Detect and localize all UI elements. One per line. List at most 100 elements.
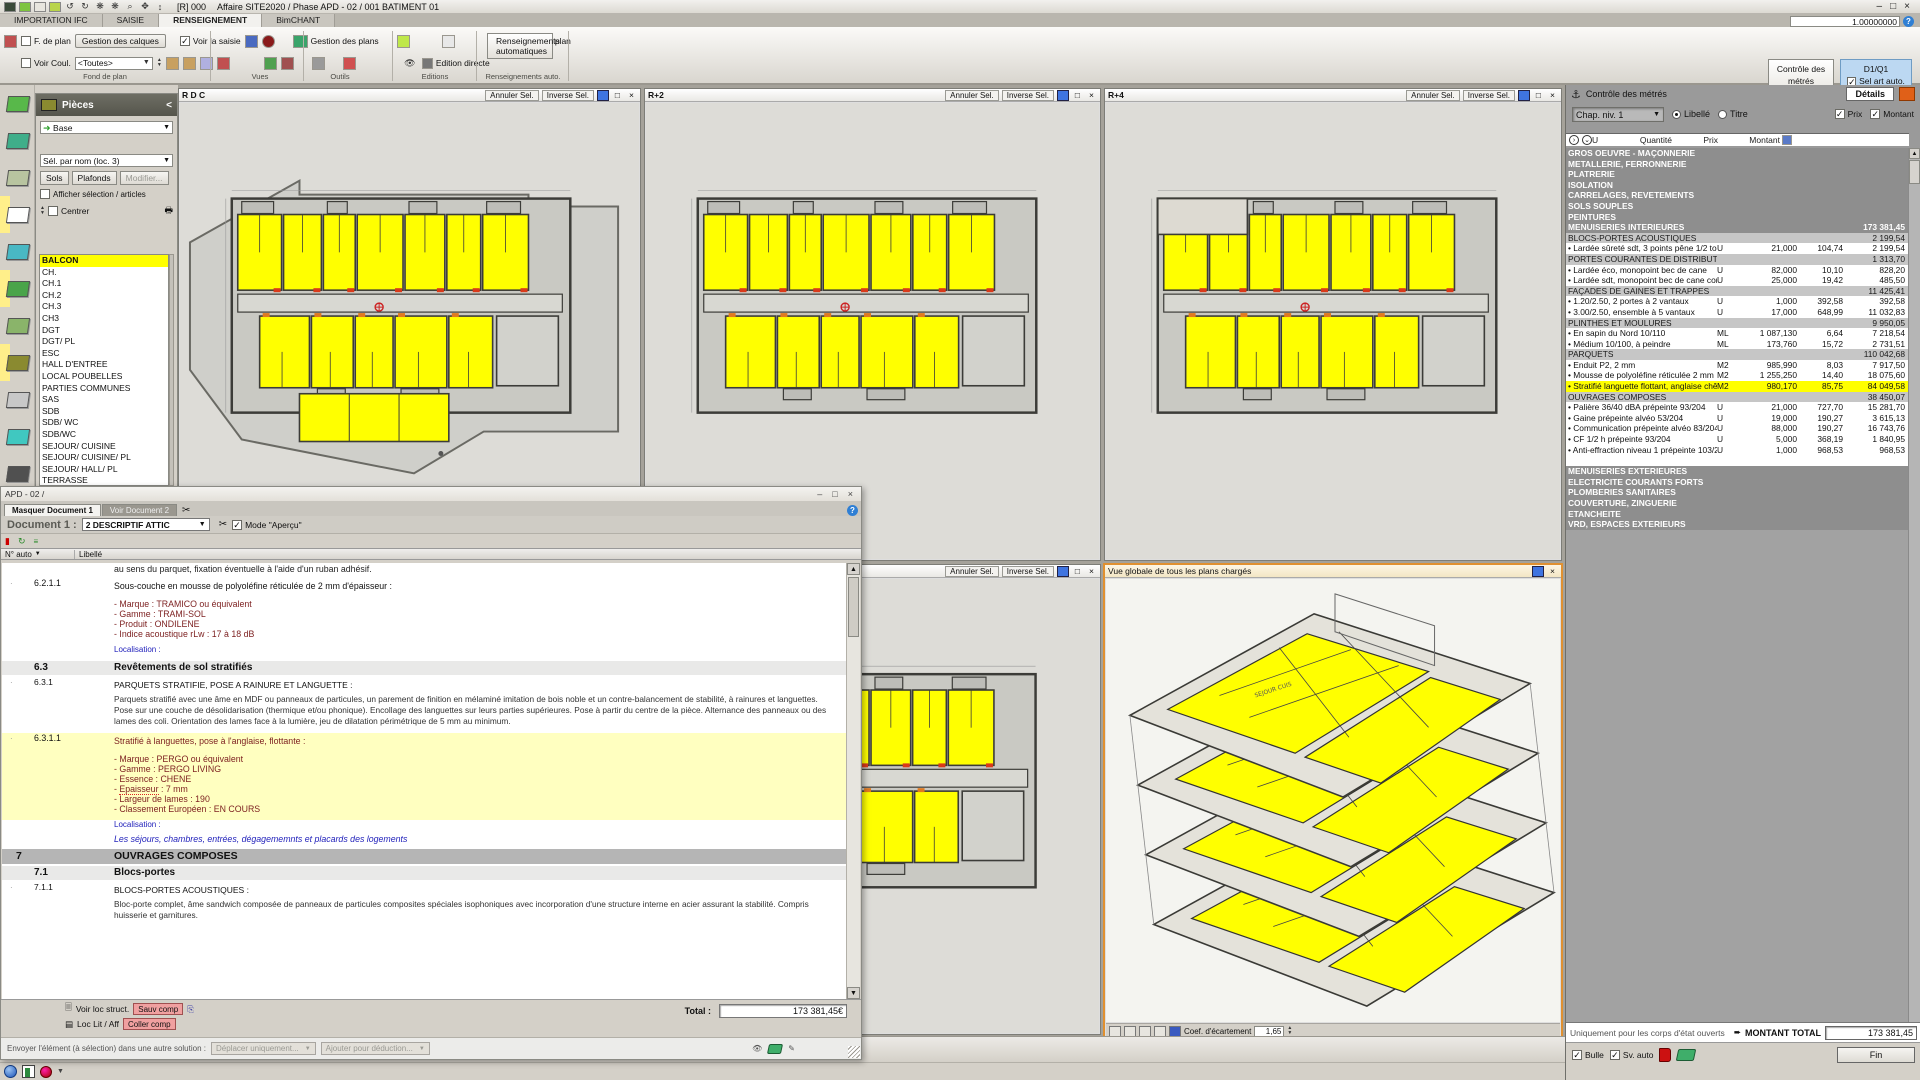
montant-checkbox[interactable]: ✓Montant bbox=[1870, 109, 1914, 119]
doc-block-locv[interactable]: Les séjours, chambres, entrées, dégageme… bbox=[2, 834, 846, 847]
doc-help-icon[interactable]: ? bbox=[847, 505, 858, 516]
doc-block-locl[interactable]: Localisation : bbox=[2, 820, 846, 834]
couleur-dropdown[interactable]: <Toutes>▼ bbox=[75, 57, 153, 70]
snow2-icon[interactable]: ❋ bbox=[109, 1, 121, 12]
green-x-icon[interactable] bbox=[397, 35, 410, 48]
metrics-row-item[interactable]: • Stratifié languette flottant, anglaise… bbox=[1566, 381, 1909, 392]
metrics-row-sub[interactable]: OUVRAGES COMPOSES38 450,07 bbox=[1566, 392, 1909, 403]
pen-icon[interactable]: ✎ bbox=[788, 1044, 795, 1054]
levels-icon[interactable] bbox=[1124, 1026, 1136, 1037]
coller-comp-button[interactable]: Coller comp bbox=[123, 1018, 176, 1030]
bomb-icon[interactable] bbox=[262, 35, 275, 48]
voir-coul-checkbox[interactable]: Voir Coul. bbox=[21, 58, 71, 68]
plan-window-r4-header[interactable]: R+4 Annuler Sel. Inverse Sel. □ × bbox=[1105, 89, 1561, 102]
menu-tab-importation-ifc[interactable]: IMPORTATION IFC bbox=[0, 14, 103, 27]
pieces-list-item[interactable]: CH3 bbox=[40, 313, 168, 325]
metrics-row-item[interactable]: • Palière 36/40 dBA prépeinte 93/204U21,… bbox=[1566, 402, 1909, 413]
pieces-list-item[interactable]: CH.2 bbox=[40, 290, 168, 302]
snow-icon[interactable]: ❋ bbox=[94, 1, 106, 12]
pieces-list-item[interactable]: HALL D'ENTREE bbox=[40, 359, 168, 371]
window-maximize-icon[interactable]: □ bbox=[612, 90, 623, 100]
metrics-row-ch[interactable]: ISOLATION bbox=[1566, 180, 1909, 191]
inverse-sel-button[interactable]: Inverse Sel. bbox=[1463, 90, 1515, 101]
teal-layers-tool-icon[interactable] bbox=[0, 418, 35, 455]
renseignements-auto-button[interactable]: Renseignements automatiques bbox=[487, 33, 553, 59]
doc-block-para[interactable]: Bloc-porte complet, âme sandwich composé… bbox=[2, 899, 846, 927]
doc-block-ihead2[interactable]: ·7.1.1BLOCS-PORTES ACOUSTIQUES : bbox=[2, 882, 846, 899]
gestion-plans-label[interactable]: Gestion des plans bbox=[293, 35, 379, 48]
scissors-icon[interactable]: ✂ bbox=[182, 505, 190, 516]
delete-column-icon[interactable] bbox=[1782, 135, 1792, 145]
window-close-icon[interactable]: × bbox=[1547, 566, 1558, 576]
pieces-list-item[interactable]: PARTIES COMMUNES bbox=[40, 383, 168, 395]
ajouter-dropdown[interactable]: Ajouter pour déduction...▼ bbox=[321, 1042, 430, 1055]
view3d-header[interactable]: Vue globale de tous les plans chargés × bbox=[1105, 565, 1561, 578]
centrer-spinner[interactable]: ▲▼ bbox=[40, 206, 45, 216]
col-num-auto[interactable]: N° auto bbox=[5, 550, 32, 559]
pieces-scrollbar[interactable] bbox=[169, 254, 174, 486]
layers3d-icon[interactable] bbox=[1154, 1026, 1166, 1037]
metrics-row-ch[interactable]: ELECTRICITE COURANTS FORTS bbox=[1566, 477, 1909, 488]
minimize-button[interactable]: – bbox=[1877, 1, 1883, 12]
tab-masquer-document-1[interactable]: Masquer Document 1 bbox=[4, 504, 101, 516]
plafonds-button[interactable]: Plafonds bbox=[72, 171, 117, 185]
pieces-list-item[interactable]: SEJOUR/ HALL/ PL bbox=[40, 464, 168, 476]
pieces-list-item[interactable]: CH. bbox=[40, 267, 168, 279]
doc-close-icon[interactable]: × bbox=[848, 489, 853, 499]
sols-button[interactable]: Sols bbox=[40, 171, 69, 185]
inverse-sel-button[interactable]: Inverse Sel. bbox=[1002, 90, 1054, 101]
modifier-button[interactable]: Modifier... bbox=[120, 171, 169, 185]
mode-apercu-checkbox[interactable]: ✓Mode "Aperçu" bbox=[232, 520, 302, 530]
plan-mode-icon[interactable] bbox=[1057, 90, 1069, 101]
pieces-list-item[interactable]: CH.1 bbox=[40, 278, 168, 290]
edition-directe-button[interactable]: Edition directe bbox=[422, 58, 490, 69]
maximize-button[interactable]: □ bbox=[1890, 1, 1896, 12]
palette-icon[interactable] bbox=[245, 35, 258, 48]
save-icon[interactable] bbox=[34, 2, 46, 12]
annuler-sel-button[interactable]: Annuler Sel. bbox=[945, 90, 999, 101]
striped-book-tool-icon[interactable] bbox=[0, 307, 35, 344]
doc-block-cont[interactable]: au sens du parquet, fixation éventuelle … bbox=[2, 563, 846, 578]
metrics-row-item[interactable]: • Mousse de polyoléfine réticulée 2 mmM2… bbox=[1566, 370, 1909, 381]
pieces-list-item[interactable]: SDB/WC bbox=[40, 429, 168, 441]
metrics-row-item[interactable]: • Médium 10/100, à peindreML173,76015,72… bbox=[1566, 339, 1909, 350]
metrics-row-item[interactable]: • Anti-effraction niveau 1 prépeinte 103… bbox=[1566, 445, 1909, 456]
hand-tool-icon[interactable] bbox=[1899, 87, 1915, 101]
sauv-comp-button[interactable]: Sauv comp bbox=[133, 1003, 183, 1015]
deplacer-dropdown[interactable]: Déplacer uniquement...▼ bbox=[211, 1042, 316, 1055]
annuler-sel-button[interactable]: Annuler Sel. bbox=[945, 566, 999, 577]
metrics-row-item[interactable]: • CF 1/2 h prépeinte 93/204U5,000368,191… bbox=[1566, 434, 1909, 445]
doc-block-ch2[interactable]: 6.3Revêtements de sol stratifiés bbox=[2, 661, 846, 675]
money-icon[interactable] bbox=[1676, 1049, 1697, 1061]
metrics-row-item[interactable]: • Enduit P2, 2 mmM2985,9908,037 917,50 bbox=[1566, 360, 1909, 371]
eye2-icon[interactable]: 👁 bbox=[752, 1044, 762, 1054]
red-book-icon[interactable] bbox=[1659, 1048, 1671, 1062]
metrics-row-ch[interactable]: PLOMBERIES SANITAIRES bbox=[1566, 487, 1909, 498]
doc-minimize-icon[interactable]: – bbox=[817, 489, 822, 499]
metrics-row-sub[interactable]: PORTES COURANTES DE DISTRIBUTION1 313,70 bbox=[1566, 254, 1909, 265]
metrics-row-ch[interactable]: VRD, ESPACES EXTERIEURS bbox=[1566, 519, 1909, 530]
pieces-list-item[interactable]: DGT bbox=[40, 325, 168, 337]
chapter-level-dropdown[interactable]: Chap. niv. 1▼ bbox=[1572, 107, 1664, 122]
metrics-row-item[interactable]: • 1.20/2.50, 2 portes à 2 vantauxU1,0003… bbox=[1566, 296, 1909, 307]
plan-mode-icon[interactable] bbox=[597, 90, 609, 101]
document-window-titlebar[interactable]: APD - 02 / – □ × bbox=[1, 487, 861, 501]
bulle-checkbox[interactable]: ✓Bulle bbox=[1572, 1050, 1604, 1060]
building-icon[interactable] bbox=[22, 1065, 35, 1078]
grid-icon[interactable] bbox=[1109, 1026, 1121, 1037]
doc-block-ihead2[interactable]: ·6.3.1PARQUETS STRATIFIE, POSE A RAINURE… bbox=[2, 677, 846, 694]
montant-total-field[interactable]: 173 381,45 bbox=[1825, 1026, 1917, 1040]
metrics-row-item[interactable]: • Gaine prépeinte alvéo 53/204U19,000190… bbox=[1566, 413, 1909, 424]
inverse-sel-button[interactable]: Inverse Sel. bbox=[1002, 566, 1054, 577]
zoom-icon[interactable]: ⌕ bbox=[124, 1, 136, 12]
copy-icon[interactable]: ⎘ bbox=[187, 1004, 194, 1015]
doc-block-ch1[interactable]: 7OUVRAGES COMPOSES bbox=[2, 849, 846, 864]
pieces-list-item[interactable]: SEJOUR/ CUISINE bbox=[40, 441, 168, 453]
pieces-list-item[interactable]: CH.3 bbox=[40, 301, 168, 313]
plan-window-rdc-header[interactable]: R D C Annuler Sel. Inverse Sel. □ × bbox=[179, 89, 640, 102]
metrics-row-ch[interactable]: CARRELAGES, REVETEMENTS bbox=[1566, 190, 1909, 201]
view3d-canvas[interactable]: SEJOUR CUIS bbox=[1106, 579, 1560, 1022]
doc-block-ihead[interactable]: ·6.3.1.1Stratifié à languettes, pose à l… bbox=[2, 733, 846, 754]
expand-down-icon[interactable]: ⌄ bbox=[1582, 135, 1592, 145]
plan-copy-icon[interactable] bbox=[4, 35, 17, 48]
